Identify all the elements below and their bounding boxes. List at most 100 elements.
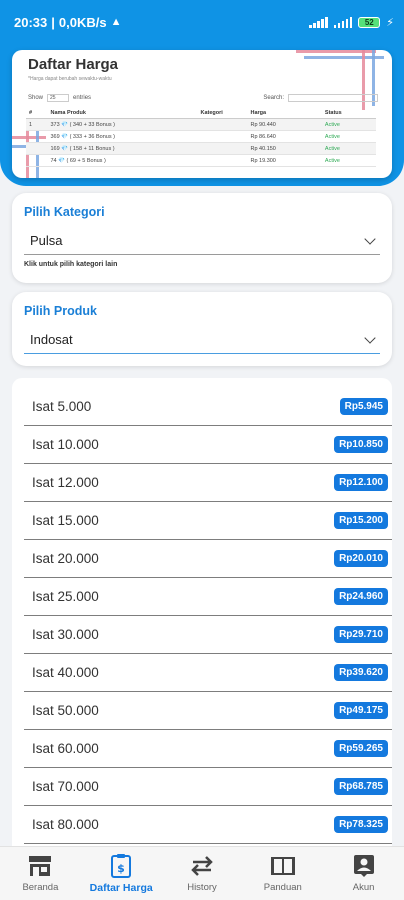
product-name: Isat 10.000 xyxy=(32,437,99,452)
list-item[interactable]: Isat 15.000 Rp15.200 xyxy=(24,502,392,540)
list-item[interactable]: Isat 70.000 Rp68.785 xyxy=(24,768,392,806)
row-product: 369 💎 ( 333 + 36 Bonus ) xyxy=(47,130,198,143)
product-card: Pilih Produk Indosat xyxy=(12,292,392,366)
price-badge: Rp29.710 xyxy=(334,626,388,643)
list-item[interactable]: Isat 12.000 Rp12.100 xyxy=(24,464,392,502)
show-select: 25 xyxy=(47,94,70,102)
status-right: 52 ⚡ xyxy=(309,16,394,29)
product-name: Isat 60.000 xyxy=(32,741,99,756)
signal-icon xyxy=(309,16,328,28)
product-name: Isat 25.000 xyxy=(32,589,99,604)
list-item[interactable]: Isat 40.000 Rp39.620 xyxy=(24,654,392,692)
row-product: 373 💎 ( 340 + 33 Bonus ) xyxy=(47,118,198,131)
list-item[interactable]: Isat 20.000 Rp20.010 xyxy=(24,540,392,578)
price-badge: Rp15.200 xyxy=(334,512,388,529)
battery-icon: 52 xyxy=(358,16,381,28)
price-list-icon: $ xyxy=(108,853,134,878)
price-badge: Rp12.100 xyxy=(334,474,388,491)
price-badge: Rp59.265 xyxy=(334,740,388,757)
list-item[interactable]: Isat 30.000 Rp29.710 xyxy=(24,616,392,654)
search-label: Search: xyxy=(263,95,284,101)
status-bar: 20:33 | 0,0KB/s ▲ 52 ⚡ xyxy=(0,0,404,44)
list-item[interactable]: Isat 80.000 Rp78.325 xyxy=(24,806,392,844)
row-no xyxy=(26,154,48,167)
product-name: Isat 15.000 xyxy=(32,513,99,528)
row-product: 74 💎 ( 69 + 5 Bonus ) xyxy=(47,154,198,167)
price-badge: Rp24.960 xyxy=(334,588,388,605)
charging-icon: ⚡ xyxy=(386,16,394,29)
price-badge: Rp78.325 xyxy=(334,816,388,833)
status-separator: | xyxy=(51,14,55,30)
category-label: Pilih Kategori xyxy=(24,205,105,219)
row-category xyxy=(197,142,248,155)
category-hint: Klik untuk pilih kategori lain xyxy=(24,261,118,268)
row-no xyxy=(26,142,48,155)
row-price: Rp 19.300 xyxy=(247,154,322,167)
status-left: 20:33 | 0,0KB/s ▲ xyxy=(14,15,121,30)
swap-arrows-icon xyxy=(189,854,215,878)
row-price: Rp 86.640 xyxy=(247,130,322,143)
product-name: Isat 20.000 xyxy=(32,551,99,566)
row-product: 169 💎 ( 158 + 11 Bonus ) xyxy=(47,142,198,155)
product-label: Pilih Produk xyxy=(24,304,97,318)
price-badge: Rp68.785 xyxy=(334,778,388,795)
col-no: # xyxy=(26,108,48,119)
product-select[interactable]: Indosat xyxy=(24,326,380,354)
category-value: Pulsa xyxy=(30,233,63,248)
list-item[interactable]: Isat 60.000 Rp59.265 xyxy=(24,730,392,768)
product-value: Indosat xyxy=(30,332,73,347)
status-network-speed: 0,0KB/s xyxy=(58,14,107,30)
row-category xyxy=(197,118,248,131)
price-badge: Rp39.620 xyxy=(334,664,388,681)
price-list-banner[interactable]: Daftar Harga *Harga dapat berubah sewakt… xyxy=(12,50,392,178)
list-item[interactable]: Isat 25.000 Rp24.960 xyxy=(24,578,392,616)
row-category xyxy=(197,154,248,167)
row-status: Active xyxy=(321,130,376,143)
row-status: Active xyxy=(321,142,376,155)
nav-item-akun[interactable]: Akun xyxy=(323,847,404,900)
price-badge: Rp49.175 xyxy=(334,702,388,719)
nav-item-panduan[interactable]: Panduan xyxy=(242,847,323,900)
product-name: Isat 40.000 xyxy=(32,665,99,680)
list-item[interactable]: Isat 5.000 Rp5.945 xyxy=(24,388,392,426)
nav-item-beranda[interactable]: Beranda xyxy=(0,847,81,900)
mini-table-header: # Nama Produk Kategori Harga Status xyxy=(26,108,376,119)
chevron-down-icon xyxy=(364,232,376,245)
row-price: Rp 90.440 xyxy=(247,118,322,131)
row-no: 1 xyxy=(26,118,48,131)
book-icon xyxy=(270,854,296,878)
category-select[interactable]: Pulsa xyxy=(24,227,380,255)
nav-label: Akun xyxy=(352,882,375,893)
col-category: Kategori xyxy=(197,108,248,119)
row-no xyxy=(26,130,48,143)
product-name: Isat 12.000 xyxy=(32,475,99,490)
list-item[interactable]: Isat 50.000 Rp49.175 xyxy=(24,692,392,730)
banner-controls: Show 25 entries Search: xyxy=(28,94,378,102)
price-badge: Rp20.010 xyxy=(334,550,388,567)
bottom-nav: Beranda $ Daftar Harga History Panduan A… xyxy=(0,846,404,900)
col-price: Harga xyxy=(247,108,322,119)
col-product: Nama Produk xyxy=(47,108,198,119)
row-status: Active xyxy=(321,154,376,167)
product-name: Isat 30.000 xyxy=(32,627,99,642)
nav-label: History xyxy=(187,882,217,893)
product-name: Isat 80.000 xyxy=(32,817,99,832)
row-price: Rp 40.150 xyxy=(247,142,322,155)
svg-text:$: $ xyxy=(117,862,125,875)
status-time: 20:33 xyxy=(14,14,48,30)
mini-table-row: 369 💎 ( 333 + 36 Bonus ) Rp 86.640 Activ… xyxy=(26,130,376,143)
row-status: Active xyxy=(321,118,376,131)
product-name: Isat 5.000 xyxy=(32,399,92,414)
mini-table-row: 169 💎 ( 158 + 11 Bonus ) Rp 40.150 Activ… xyxy=(26,142,376,155)
entries-label: entries xyxy=(73,95,92,101)
col-status: Status xyxy=(321,108,376,119)
banner-search-box xyxy=(288,94,378,102)
show-value: 25 xyxy=(50,95,56,101)
nav-item-daftar-harga[interactable]: $ Daftar Harga xyxy=(81,847,162,900)
row-category xyxy=(197,130,248,143)
list-item[interactable]: Isat 10.000 Rp10.850 xyxy=(24,426,392,464)
nav-label: Daftar Harga xyxy=(89,881,153,894)
nav-label: Panduan xyxy=(263,882,302,893)
nav-item-history[interactable]: History xyxy=(162,847,243,900)
flame-icon: ▲ xyxy=(110,16,122,28)
